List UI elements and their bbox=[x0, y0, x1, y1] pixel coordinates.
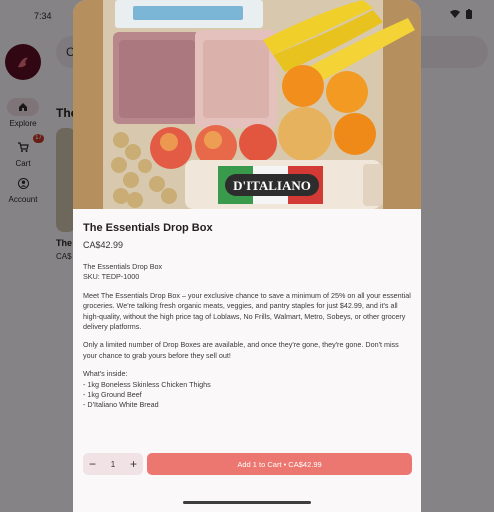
quantity-value: 1 bbox=[110, 459, 116, 469]
quantity-stepper: − 1 + bbox=[83, 453, 143, 475]
list-item: - 1kg Ground Beef bbox=[83, 390, 142, 400]
desc-product-name: The Essentials Drop Box bbox=[83, 262, 163, 271]
product-sku: SKU: TEDP-1000 bbox=[83, 272, 140, 282]
increment-button[interactable]: + bbox=[130, 457, 137, 471]
decrement-button[interactable]: − bbox=[89, 457, 96, 471]
grocery-box-photo: D'ITALIANO bbox=[73, 0, 421, 209]
product-price: CA$42.99 bbox=[83, 240, 124, 250]
list-item: - 1kg Boneless Skinless Chicken Thighs bbox=[83, 379, 211, 389]
desc-paragraph-2: Only a limited number of Drop Boxes are … bbox=[83, 340, 399, 360]
product-sheet: D'ITALIANO The Essentials Drop Box CA$42… bbox=[73, 0, 421, 512]
desc-paragraph-1: Meet The Essentials Drop Box – your excl… bbox=[83, 290, 411, 332]
home-indicator[interactable] bbox=[183, 501, 311, 504]
whats-inside-label: What's inside: bbox=[83, 369, 128, 379]
product-details: The Essentials Drop Box CA$42.99 The Ess… bbox=[83, 222, 413, 411]
list-item: - D'Italiano White Bread bbox=[83, 400, 159, 410]
add-to-cart-button[interactable]: Add 1 to Cart • CA$42.99 bbox=[147, 453, 412, 475]
product-description: The Essentials Drop Box SKU: TEDP-1000 M… bbox=[83, 262, 413, 411]
product-image: D'ITALIANO bbox=[73, 0, 421, 209]
product-title: The Essentials Drop Box bbox=[83, 222, 213, 234]
bread-brand-text: D'ITALIANO bbox=[233, 178, 311, 193]
